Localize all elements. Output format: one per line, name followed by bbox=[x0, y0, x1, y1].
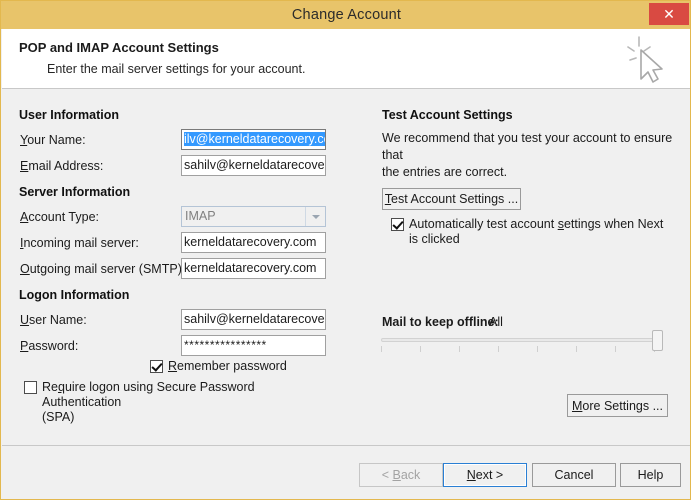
user-name-label: User Name: bbox=[20, 313, 87, 327]
page-subtitle: Enter the mail server settings for your … bbox=[47, 62, 306, 76]
mail-offline-value: All bbox=[489, 315, 503, 329]
email-address-label: Email Address: bbox=[20, 159, 104, 173]
back-button[interactable]: < Back bbox=[359, 463, 443, 487]
logon-information-heading: Logon Information bbox=[19, 288, 130, 302]
title-bar: Change Account ✕ bbox=[1, 1, 690, 29]
test-account-paragraph: We recommend that you test your account … bbox=[382, 130, 682, 181]
auto-test-label: Automatically test account settings when… bbox=[409, 217, 664, 246]
incoming-mail-server-label: Incoming mail server: bbox=[20, 236, 139, 250]
dialog-body: User Information Your Name: ilv@kernelda… bbox=[2, 90, 690, 445]
user-name-input[interactable]: sahilv@kerneldatarecovery.c bbox=[181, 309, 326, 330]
test-para-line1: We recommend that you test your account … bbox=[382, 131, 673, 162]
your-name-input[interactable]: ilv@kerneldatarecovery.com bbox=[181, 129, 326, 150]
mail-offline-slider-track[interactable] bbox=[381, 338, 659, 342]
cursor-sparkle-icon bbox=[619, 33, 673, 87]
email-address-input[interactable]: sahilv@kerneldatarecovery.c bbox=[181, 155, 326, 176]
user-information-heading: User Information bbox=[19, 108, 120, 122]
dialog-footer: < Back Next > Cancel Help bbox=[2, 445, 690, 499]
your-name-label: Your Name: bbox=[20, 133, 86, 147]
window-title: Change Account bbox=[291, 7, 402, 23]
server-information-heading: Server Information bbox=[19, 185, 131, 199]
spa-label: Require logon using Secure Password Auth… bbox=[42, 380, 255, 424]
change-account-dialog: Change Account ✕ POP and IMAP Account Se… bbox=[0, 0, 691, 500]
checkbox-icon[interactable] bbox=[391, 218, 404, 231]
test-account-settings-button[interactable]: Test Account Settings ... bbox=[382, 188, 521, 210]
remember-password-checkbox[interactable]: Remember password bbox=[150, 359, 287, 374]
mail-offline-label: Mail to keep offline: bbox=[382, 315, 499, 329]
mail-offline-slider-ticks bbox=[381, 346, 659, 353]
test-account-settings-heading: Test Account Settings bbox=[382, 108, 513, 122]
account-type-value: IMAP bbox=[185, 209, 216, 223]
password-label: Password: bbox=[20, 339, 79, 353]
account-type-label: Account Type: bbox=[20, 210, 99, 224]
outgoing-mail-server-label: Outgoing mail server (SMTP): bbox=[20, 262, 186, 276]
next-button[interactable]: Next > bbox=[443, 463, 527, 487]
your-name-value: ilv@kerneldatarecovery.com bbox=[184, 132, 325, 146]
checkbox-icon[interactable] bbox=[24, 381, 37, 394]
account-type-select[interactable]: IMAP bbox=[181, 206, 326, 227]
cancel-button[interactable]: Cancel bbox=[532, 463, 616, 487]
auto-test-checkbox[interactable]: Automatically test account settings when… bbox=[391, 217, 671, 247]
test-para-line2: the entries are correct. bbox=[382, 165, 508, 179]
incoming-mail-server-input[interactable]: kerneldatarecovery.com bbox=[181, 232, 326, 253]
close-icon[interactable]: ✕ bbox=[649, 3, 689, 25]
help-button[interactable]: Help bbox=[620, 463, 681, 487]
spa-checkbox[interactable]: Require logon using Secure Password Auth… bbox=[24, 380, 334, 425]
outgoing-mail-server-input[interactable]: kerneldatarecovery.com bbox=[181, 258, 326, 279]
mail-offline-slider-thumb[interactable] bbox=[652, 330, 663, 351]
more-settings-button[interactable]: More Settings ... bbox=[567, 394, 668, 417]
remember-password-label: Remember password bbox=[168, 359, 287, 373]
chevron-down-icon[interactable] bbox=[305, 207, 325, 226]
dialog-header: POP and IMAP Account Settings Enter the … bbox=[2, 29, 690, 89]
checkbox-icon[interactable] bbox=[150, 360, 163, 373]
page-title: POP and IMAP Account Settings bbox=[19, 40, 219, 55]
password-input[interactable]: **************** bbox=[181, 335, 326, 356]
